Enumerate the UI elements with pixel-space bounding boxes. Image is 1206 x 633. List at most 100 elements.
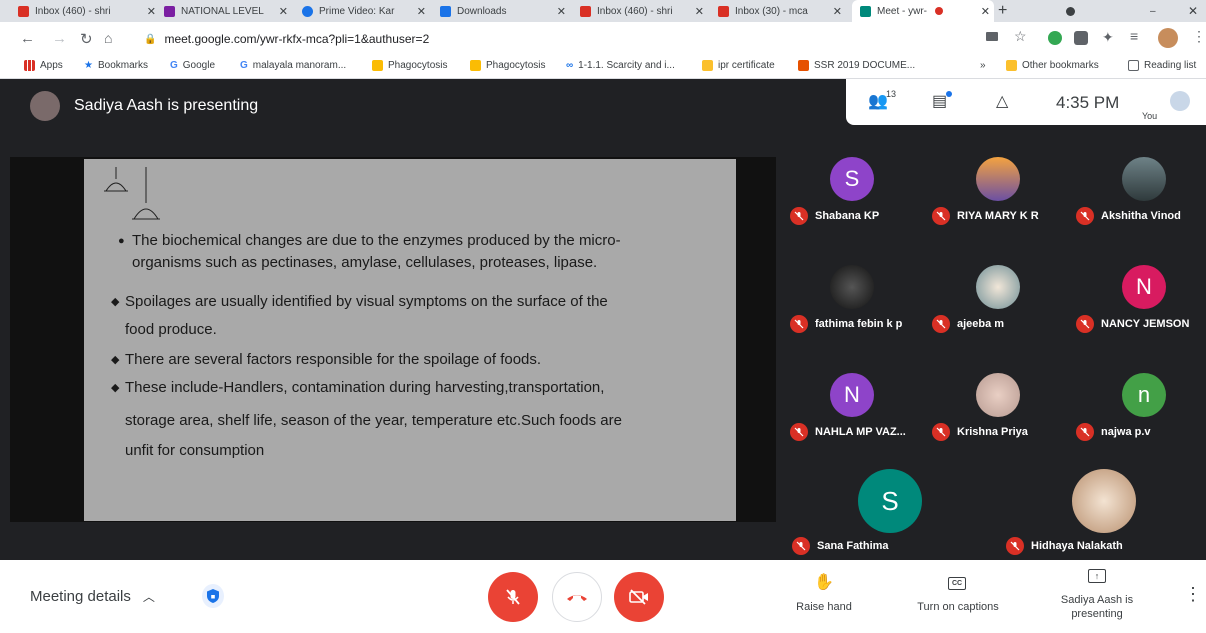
browser-tab-3[interactable]: Prime Video: Kar ✕ bbox=[302, 0, 430, 22]
lamp-illustration bbox=[104, 167, 160, 220]
bookmark-phagocytosis-2[interactable]: Phagocytosis bbox=[470, 60, 545, 71]
browser-tab-5[interactable]: Inbox (460) - shri ✕ bbox=[580, 0, 708, 22]
browser-tab-active[interactable]: Meet - ywr- ✕ bbox=[852, 0, 994, 22]
meet-bottom-bar: Meeting details ︿ ✋ Raise hand CC Turn o… bbox=[0, 560, 1206, 633]
captions-icon[interactable]: CC bbox=[948, 577, 966, 590]
participant-tile[interactable]: Krishna Priya bbox=[930, 341, 1070, 441]
bookmark-phagocytosis-1[interactable]: Phagocytosis bbox=[372, 60, 447, 71]
window-close-icon[interactable]: ✕ bbox=[1188, 0, 1202, 22]
close-icon[interactable]: ✕ bbox=[147, 5, 156, 18]
participant-tile[interactable]: N NANCY JEMSON bbox=[1072, 233, 1206, 333]
mic-muted-icon bbox=[790, 423, 808, 441]
close-icon[interactable]: ✕ bbox=[695, 5, 704, 18]
mic-muted-icon bbox=[1076, 423, 1094, 441]
close-icon[interactable]: ✕ bbox=[417, 5, 426, 18]
people-icon[interactable]: 👥 bbox=[868, 91, 888, 111]
extension-grammarly-icon[interactable] bbox=[1048, 31, 1062, 45]
leave-call-button[interactable] bbox=[552, 572, 602, 622]
bookmark-malayala-manorama[interactable]: Gmalayala manoram... bbox=[240, 60, 346, 71]
participant-tile[interactable]: ajeeba m bbox=[930, 233, 1070, 333]
participant-tile[interactable]: N NAHLA MP VAZ... bbox=[784, 341, 924, 441]
captions-label[interactable]: Turn on captions bbox=[900, 601, 1016, 613]
forward-icon[interactable]: → bbox=[52, 30, 67, 47]
mic-muted-icon bbox=[932, 315, 950, 333]
reading-list[interactable]: Reading list bbox=[1128, 60, 1196, 71]
avatar: n bbox=[1122, 373, 1166, 417]
clock-time: 4:35 PM bbox=[1056, 93, 1120, 112]
bookmarks-overflow[interactable]: » bbox=[980, 60, 986, 71]
gmail-icon bbox=[718, 5, 729, 17]
chat-icon[interactable]: ▤ bbox=[932, 91, 947, 111]
avatar bbox=[976, 373, 1020, 417]
phone-hangup-icon bbox=[567, 595, 587, 601]
mic-muted-icon bbox=[1076, 315, 1094, 333]
participant-tile[interactable]: S Shabana KP bbox=[784, 125, 924, 225]
star-icon[interactable]: ☆ bbox=[1014, 28, 1027, 45]
close-icon[interactable]: ✕ bbox=[279, 5, 288, 18]
avatar bbox=[1072, 469, 1136, 533]
presenter-avatar bbox=[30, 91, 60, 121]
browser-tab-6[interactable]: Inbox (30) - mca ✕ bbox=[718, 0, 846, 22]
browser-tab-strip: Inbox (460) - shri ✕ NATIONAL LEVEL ✕ Prim… bbox=[0, 0, 1206, 22]
video-camera-icon[interactable] bbox=[986, 32, 998, 41]
bookmark-scarcity[interactable]: ∞ 1-1.1. Scarcity and i... bbox=[566, 60, 675, 71]
browser-tab-1[interactable]: Inbox (460) - shri ✕ bbox=[18, 0, 160, 22]
doc-icon bbox=[470, 60, 481, 71]
profile-avatar[interactable] bbox=[1158, 28, 1178, 48]
bookmark-google[interactable]: G Google bbox=[170, 60, 215, 71]
participant-tile[interactable]: Hidhaya Nalakath bbox=[1004, 443, 1204, 555]
meeting-details-button[interactable]: Meeting details ︿ bbox=[30, 588, 155, 605]
reading-mode-icon[interactable]: ≡ bbox=[1130, 28, 1138, 44]
bookmark-ipr-certificate[interactable]: ipr certificate bbox=[702, 60, 775, 71]
close-icon[interactable]: ✕ bbox=[557, 5, 566, 18]
extension-icon[interactable] bbox=[1074, 31, 1088, 45]
participant-tile[interactable]: n najwa p.v bbox=[1072, 341, 1206, 441]
puzzle-icon[interactable]: ✦ bbox=[1102, 29, 1114, 46]
apps-grid-icon bbox=[24, 60, 35, 71]
self-avatar[interactable] bbox=[1170, 91, 1190, 111]
presenting-label[interactable]: Sadiya Aash is presenting bbox=[1052, 593, 1142, 621]
close-icon[interactable]: ✕ bbox=[833, 5, 842, 18]
address-toolbar: ← → ↻ ⌂ 🔒 meet.google.com/ywr-rkfx-mca?p… bbox=[0, 22, 1206, 56]
microphone-toggle-button[interactable] bbox=[488, 572, 538, 622]
participant-tile[interactable]: RIYA MARY K R bbox=[930, 125, 1070, 225]
camera-toggle-button[interactable] bbox=[614, 572, 664, 622]
bookmark-bookmarks[interactable]: ★ Bookmarks bbox=[84, 60, 148, 71]
meet-top-right-panel: 👥 13 ▤ △ 4:35 PM You bbox=[846, 79, 1206, 125]
new-tab-button[interactable]: + bbox=[998, 0, 1018, 22]
meet-icon bbox=[860, 5, 871, 17]
mic-muted-icon bbox=[932, 423, 950, 441]
reading-list-icon bbox=[1128, 60, 1139, 71]
slide-bullet-4-end: unfit for consumption bbox=[125, 442, 265, 459]
participant-tile[interactable]: fathima febin k p bbox=[784, 233, 924, 333]
menu-kebab-icon[interactable]: ⋮ bbox=[1192, 28, 1206, 45]
participant-count: 13 bbox=[886, 89, 897, 99]
home-icon[interactable]: ⌂ bbox=[104, 30, 112, 46]
bookmark-apps[interactable]: Apps bbox=[24, 60, 63, 71]
slide-bullet-2-cont: food produce. bbox=[125, 321, 217, 338]
other-bookmarks[interactable]: Other bookmarks bbox=[1006, 60, 1099, 71]
minimize-icon[interactable]: – bbox=[1150, 0, 1164, 22]
participant-tile[interactable]: Akshitha Vinod bbox=[1072, 125, 1206, 225]
url-text: meet.google.com/ywr-rkfx-mca?pli=1&authu… bbox=[164, 32, 430, 46]
activities-icon[interactable]: △ bbox=[996, 91, 1008, 111]
back-icon[interactable]: ← bbox=[20, 30, 35, 47]
more-options-icon[interactable]: ⋮ bbox=[1184, 584, 1202, 605]
bookmark-ssr-2019[interactable]: SSR 2019 DOCUME... bbox=[798, 60, 915, 71]
participant-tile[interactable]: S Sana Fathima bbox=[790, 443, 950, 555]
browser-tab-2[interactable]: NATIONAL LEVEL ✕ bbox=[164, 0, 292, 22]
browser-tab-4[interactable]: Downloads ✕ bbox=[440, 0, 570, 22]
reload-icon[interactable]: ↻ bbox=[80, 30, 93, 48]
present-screen-icon[interactable]: ↑ bbox=[1088, 569, 1106, 583]
presenter-banner: Sadiya Aash is presenting bbox=[30, 91, 258, 121]
close-icon[interactable]: ✕ bbox=[981, 5, 990, 18]
participant-grid: S Shabana KP RIYA MARY K R Akshitha Vino… bbox=[782, 125, 1206, 560]
lock-icon: 🔒 bbox=[144, 33, 157, 45]
slide-bullet-3: ◆ There are several factors responsible f… bbox=[111, 351, 542, 368]
mic-muted-icon bbox=[790, 207, 808, 225]
profile-dot-icon[interactable] bbox=[1066, 0, 1080, 22]
url-bar[interactable]: 🔒 meet.google.com/ywr-rkfx-mca?pli=1&aut… bbox=[124, 27, 976, 51]
raise-hand-label[interactable]: Raise hand bbox=[784, 601, 864, 613]
host-controls-shield-icon[interactable] bbox=[202, 584, 224, 608]
raise-hand-icon[interactable]: ✋ bbox=[814, 572, 834, 592]
